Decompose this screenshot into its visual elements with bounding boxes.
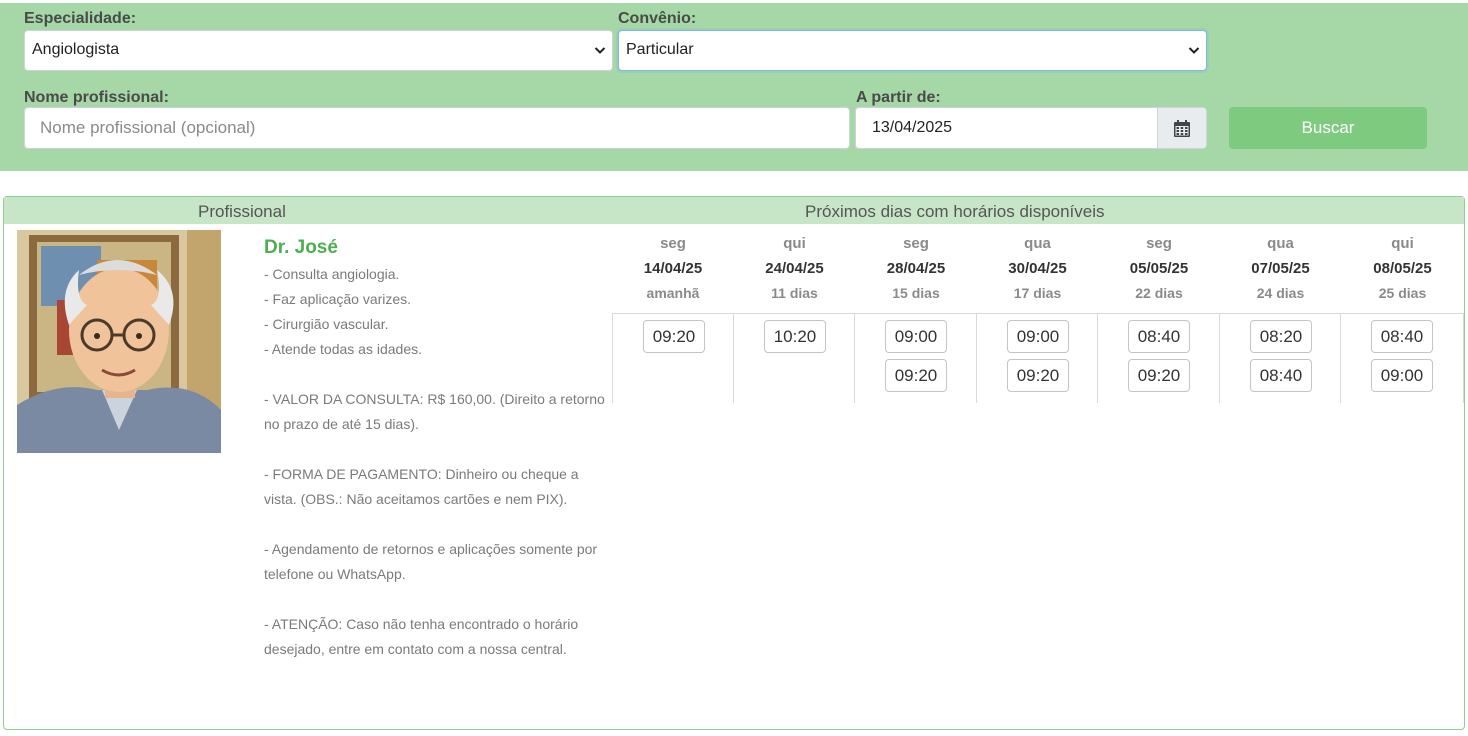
day-relative: 11 dias	[771, 285, 818, 301]
day-relative: 25 dias	[1378, 285, 1427, 301]
time-slots: 10:20	[734, 313, 855, 403]
time-slot-button[interactable]: 09:20	[1128, 359, 1190, 392]
description-line: - Atende todas as idades.	[264, 341, 422, 357]
results-header: Profissional Próximos dias com horários …	[4, 197, 1464, 224]
especialidade-select[interactable]: Angiologista	[24, 30, 613, 71]
description-line: - Faz aplicação varizes.	[264, 291, 412, 307]
time-slot-button[interactable]: 09:00	[1007, 320, 1069, 353]
time-slot-button[interactable]: 09:00	[885, 320, 947, 353]
time-slot-button[interactable]: 09:20	[643, 320, 705, 353]
day-date: 14/04/25	[643, 260, 703, 277]
day-date: 30/04/25	[1008, 260, 1067, 277]
time-slot-button[interactable]: 08:40	[1371, 320, 1433, 353]
doctor-photo	[17, 230, 221, 453]
day-column: seg 05/05/25 22 dias 08:40 09:20	[1098, 230, 1220, 403]
time-slot-button[interactable]: 09:20	[885, 359, 947, 392]
day-date: 08/05/25	[1373, 260, 1432, 277]
description-spacer	[264, 587, 609, 612]
date-input[interactable]: 13/04/2025	[855, 107, 1158, 149]
time-slot-button[interactable]: 09:20	[1007, 359, 1069, 392]
chevron-down-icon	[594, 47, 606, 54]
time-slots: 09:00 09:20	[855, 313, 977, 403]
buscar-button[interactable]: Buscar	[1229, 107, 1427, 149]
convenio-select[interactable]: Particular	[618, 30, 1207, 71]
chevron-down-icon	[1188, 47, 1200, 54]
description-spacer	[264, 362, 609, 387]
time-slot-button[interactable]: 10:20	[764, 320, 826, 353]
doctor-description: - Consulta angiologia. - Faz aplicação va…	[264, 262, 609, 662]
day-of-week: qua	[1267, 235, 1294, 252]
time-slots: 08:40 09:20	[1098, 313, 1220, 403]
day-of-week: seg	[660, 235, 686, 252]
time-slot-button[interactable]: 09:00	[1371, 359, 1433, 392]
day-of-week: qua	[1024, 235, 1051, 252]
nome-profissional-input[interactable]	[24, 107, 850, 149]
day-column: qui 24/04/25 11 dias 10:20	[734, 230, 855, 403]
day-relative: amanhã	[646, 285, 700, 301]
day-relative: 22 dias	[1135, 285, 1183, 301]
time-slots: 09:00 09:20	[977, 313, 1098, 403]
especialidade-value: Angiologista	[32, 41, 120, 58]
day-date: 07/05/25	[1251, 260, 1310, 277]
day-of-week: seg	[903, 235, 929, 252]
doctor-name[interactable]: Dr. José	[264, 237, 338, 259]
time-slots: 09:20	[612, 313, 734, 403]
day-column: qua 30/04/25 17 dias 09:00 09:20	[977, 230, 1098, 403]
convenio-value: Particular	[626, 41, 694, 58]
convenio-label: Convênio:	[618, 10, 697, 27]
calendar-button[interactable]	[1157, 107, 1207, 149]
day-column: seg 28/04/25 15 dias 09:00 09:20	[855, 230, 977, 403]
results-panel: Profissional Próximos dias com horários …	[3, 196, 1465, 730]
day-relative: 17 dias	[1013, 285, 1062, 301]
time-slot-button[interactable]: 08:40	[1128, 320, 1190, 353]
description-line: - Agendamento de retornos e aplicações s…	[264, 541, 598, 582]
description-line: - ATENÇÃO: Caso não tenha encontrado o h…	[264, 616, 579, 657]
day-of-week: qui	[783, 235, 806, 252]
description-line: - Consulta angiologia.	[264, 266, 400, 282]
day-of-week: qui	[1391, 235, 1414, 252]
time-slots: 08:40 09:00	[1341, 313, 1464, 403]
day-date: 05/05/25	[1129, 260, 1189, 277]
day-date: 28/04/25	[886, 260, 946, 277]
day-relative: 24 dias	[1256, 285, 1305, 301]
time-slots: 08:20 08:40	[1220, 313, 1341, 403]
day-date: 24/04/25	[765, 260, 824, 277]
time-slot-button[interactable]: 08:40	[1250, 359, 1312, 392]
day-column: qua 07/05/25 24 dias 08:20 08:40	[1220, 230, 1341, 403]
day-column: seg 14/04/25 amanhã 09:20	[612, 230, 734, 403]
day-column: qui 08/05/25 25 dias 08:40 09:00	[1341, 230, 1464, 403]
nome-profissional-label: Nome profissional:	[24, 89, 169, 106]
day-of-week: seg	[1146, 235, 1172, 252]
dias-column-header: Próximos dias com horários disponíveis	[805, 202, 1105, 221]
a-partir-de-label: A partir de:	[856, 89, 941, 106]
description-spacer	[264, 512, 609, 537]
day-relative: 15 dias	[892, 285, 940, 301]
calendar-icon	[1174, 119, 1190, 137]
time-slot-button[interactable]: 08:20	[1250, 320, 1312, 353]
description-line: - FORMA DE PAGAMENTO: Dinheiro ou cheque…	[264, 466, 579, 507]
description-line: - VALOR DA CONSULTA: R$ 160,00. (Direito…	[264, 391, 605, 432]
description-spacer	[264, 437, 609, 462]
especialidade-label: Especialidade:	[24, 10, 137, 27]
profissional-column-header: Profissional	[198, 202, 286, 221]
description-line: - Cirurgião vascular.	[264, 316, 389, 332]
